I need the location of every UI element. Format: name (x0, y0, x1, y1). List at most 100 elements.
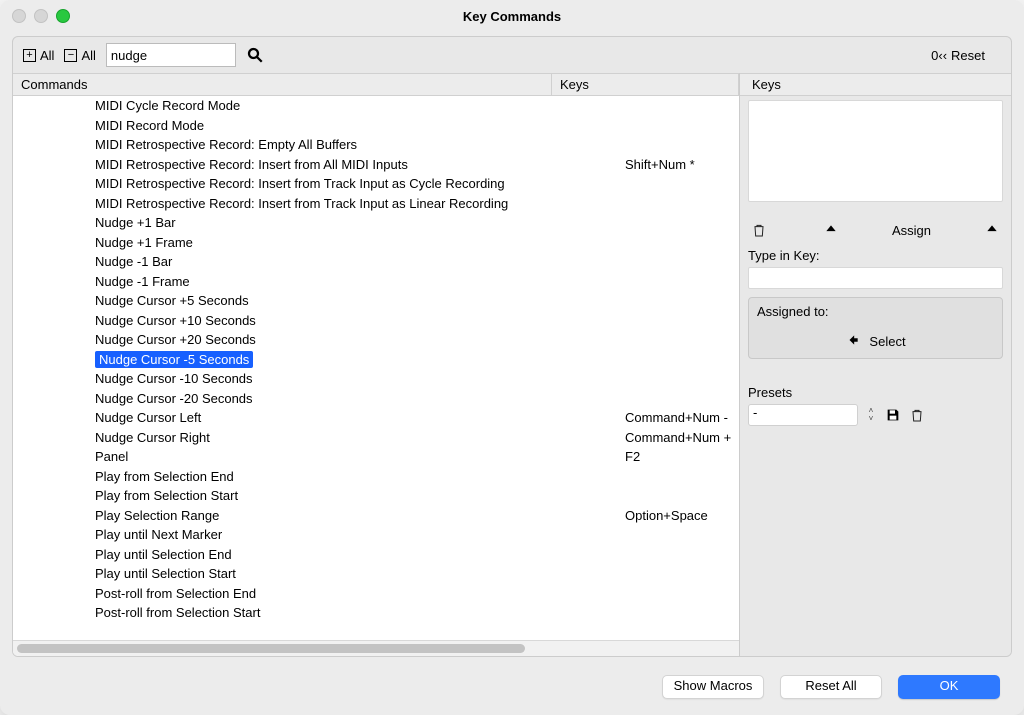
table-row[interactable]: Post-roll from Selection End (13, 584, 739, 604)
type-in-key-label: Type in Key: (748, 248, 1003, 263)
table-row[interactable]: Nudge Cursor -20 Seconds (13, 389, 739, 409)
plus-box-icon: + (23, 49, 36, 62)
table-row[interactable]: Post-roll from Selection Start (13, 603, 739, 623)
horizontal-scrollbar[interactable] (13, 640, 739, 656)
main-split: Commands Keys MIDI Cycle Record ModeMIDI… (13, 73, 1011, 656)
presets-select[interactable]: - (748, 404, 858, 426)
command-cell: Nudge +1 Bar (13, 213, 617, 233)
expand-all-button[interactable]: + All (23, 48, 54, 63)
command-cell: MIDI Retrospective Record: Insert from T… (13, 174, 617, 194)
search-icon[interactable] (246, 46, 264, 64)
table-row[interactable]: Nudge Cursor LeftCommand+Num - (13, 408, 739, 428)
command-label: Play from Selection Start (95, 488, 238, 503)
table-row[interactable]: Nudge Cursor +20 Seconds (13, 330, 739, 350)
command-cell: Play until Next Marker (13, 525, 617, 545)
table-row[interactable]: Play until Selection Start (13, 564, 739, 584)
type-in-key-input[interactable] (748, 267, 1003, 289)
move-up-button[interactable] (820, 220, 842, 240)
table-row[interactable]: PanelF2 (13, 447, 739, 467)
table-header: Commands Keys (13, 73, 739, 96)
delete-key-button[interactable] (748, 220, 770, 240)
save-preset-button[interactable] (884, 406, 902, 424)
command-cell: Play from Selection Start (13, 486, 617, 506)
table-row[interactable]: Nudge Cursor +5 Seconds (13, 291, 739, 311)
table-row[interactable]: Play until Selection End (13, 545, 739, 565)
table-row[interactable]: Nudge Cursor -10 Seconds (13, 369, 739, 389)
command-label: Nudge +1 Bar (95, 215, 176, 230)
move-down-button[interactable] (981, 220, 1003, 240)
table-row[interactable]: MIDI Retrospective Record: Insert from T… (13, 194, 739, 214)
command-label: Panel (95, 449, 128, 464)
minimize-window-button[interactable] (34, 9, 48, 23)
minus-box-icon: − (64, 49, 77, 62)
key-cell (617, 486, 739, 506)
commands-panel: Commands Keys MIDI Cycle Record ModeMIDI… (13, 73, 740, 656)
table-row[interactable]: Nudge Cursor -5 Seconds (13, 350, 739, 370)
table-row[interactable]: Play Selection RangeOption+Space (13, 506, 739, 526)
table-row[interactable]: Play until Next Marker (13, 525, 739, 545)
presets-select-value: - (753, 405, 757, 420)
commands-list[interactable]: MIDI Cycle Record ModeMIDI Record ModeMI… (13, 96, 739, 640)
table-row[interactable]: MIDI Cycle Record Mode (13, 96, 739, 116)
table-row[interactable]: Nudge Cursor RightCommand+Num + (13, 428, 739, 448)
command-label: Play until Next Marker (95, 527, 222, 542)
go-to-assigned-icon[interactable] (845, 333, 861, 350)
command-cell: Post-roll from Selection Start (13, 603, 617, 623)
window-title: Key Commands (0, 9, 1024, 24)
key-cell (617, 194, 739, 214)
table-row[interactable]: Nudge -1 Bar (13, 252, 739, 272)
reset-all-button[interactable]: Reset All (780, 675, 882, 699)
key-cell (617, 96, 739, 116)
window-controls (12, 9, 70, 23)
command-label: Nudge -1 Bar (95, 254, 172, 269)
show-macros-button[interactable]: Show Macros (662, 675, 764, 699)
maximize-window-button[interactable] (56, 9, 70, 23)
table-row[interactable]: Nudge +1 Bar (13, 213, 739, 233)
close-window-button[interactable] (12, 9, 26, 23)
col-header-keys[interactable]: Keys (552, 74, 739, 95)
command-label: MIDI Retrospective Record: Insert from T… (95, 196, 508, 211)
search-input[interactable] (106, 43, 236, 67)
command-label: Nudge Cursor +5 Seconds (95, 293, 249, 308)
table-row[interactable]: Nudge -1 Frame (13, 272, 739, 292)
command-cell: MIDI Record Mode (13, 116, 617, 136)
table-row[interactable]: MIDI Retrospective Record: Empty All Buf… (13, 135, 739, 155)
presets-stepper[interactable]: ˄ ˅ (864, 405, 878, 425)
delete-preset-button[interactable] (908, 406, 926, 424)
table-row[interactable]: MIDI Retrospective Record: Insert from A… (13, 155, 739, 175)
collapse-all-button[interactable]: − All (64, 48, 95, 63)
command-label: Post-roll from Selection Start (95, 605, 260, 620)
ok-button[interactable]: OK (898, 675, 1000, 699)
table-row[interactable]: Nudge Cursor +10 Seconds (13, 311, 739, 331)
command-cell: Play Selection Range (13, 506, 617, 526)
table-row[interactable]: MIDI Retrospective Record: Insert from T… (13, 174, 739, 194)
command-label: Nudge Cursor +10 Seconds (95, 313, 256, 328)
assigned-keys-listbox[interactable] (748, 100, 1003, 202)
reset-label: Reset (951, 48, 985, 63)
titlebar: Key Commands (0, 0, 1024, 32)
command-cell: Post-roll from Selection End (13, 584, 617, 604)
table-row[interactable]: Play from Selection End (13, 467, 739, 487)
table-row[interactable]: Play from Selection Start (13, 486, 739, 506)
table-row[interactable]: MIDI Record Mode (13, 116, 739, 136)
command-label: Nudge -1 Frame (95, 274, 190, 289)
table-row[interactable]: Nudge +1 Frame (13, 233, 739, 253)
key-cell (617, 252, 739, 272)
key-cell: Shift+Num * (617, 155, 739, 175)
command-cell: Nudge Cursor +5 Seconds (13, 291, 617, 311)
command-cell: MIDI Retrospective Record: Empty All Buf… (13, 135, 617, 155)
scrollbar-thumb[interactable] (17, 644, 525, 653)
dialog-footer: Show Macros Reset All OK (0, 665, 1024, 715)
command-label: Nudge +1 Frame (95, 235, 193, 250)
reset-search-button[interactable]: 0‹‹ Reset (931, 48, 1001, 63)
key-cell (617, 584, 739, 604)
command-label: Nudge Cursor Left (95, 410, 201, 425)
col-header-commands[interactable]: Commands (13, 74, 552, 95)
select-assigned-button[interactable]: Select (869, 334, 905, 349)
command-label: Nudge Cursor -5 Seconds (95, 351, 253, 368)
key-cell (617, 545, 739, 565)
assign-label: Assign (892, 223, 931, 238)
key-cell (617, 311, 739, 331)
command-cell: Nudge -1 Frame (13, 272, 617, 292)
keys-panel-header-label: Keys (744, 77, 781, 92)
